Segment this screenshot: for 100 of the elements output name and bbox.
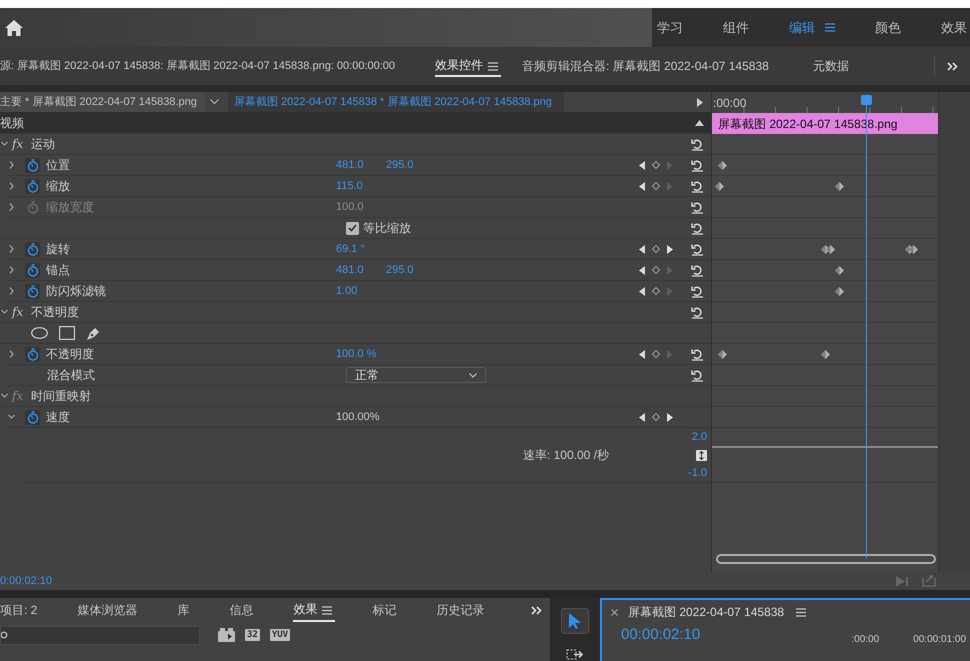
panel-tab[interactable]: 效果控件 <box>435 56 502 76</box>
panel-tab[interactable]: 项目: 2 <box>0 598 38 622</box>
reset-icon[interactable] <box>690 242 704 256</box>
rectangle-mask-icon[interactable] <box>59 326 75 340</box>
next-keyframe-icon[interactable] <box>667 244 673 254</box>
previous-keyframe-icon[interactable] <box>639 412 645 422</box>
menu-icon[interactable] <box>796 608 806 616</box>
workspace-tab[interactable]: 颜色 <box>875 18 901 38</box>
property-value[interactable]: 481.0 <box>336 156 386 174</box>
ellipse-mask-icon[interactable] <box>31 327 48 339</box>
add-keyframe-icon[interactable] <box>652 161 660 169</box>
reset-icon[interactable] <box>690 306 704 318</box>
reset-icon[interactable] <box>690 222 704 234</box>
chevron-icon[interactable] <box>8 266 15 274</box>
checkbox[interactable] <box>346 222 359 234</box>
add-keyframe-icon[interactable] <box>652 413 660 421</box>
accelerated-effects-icon[interactable] <box>218 628 235 642</box>
reset-icon[interactable] <box>690 284 704 298</box>
caret-icon <box>469 372 477 378</box>
reset-icon[interactable] <box>690 158 704 172</box>
reset-icon[interactable] <box>690 180 704 192</box>
reset-icon[interactable] <box>690 368 704 382</box>
chevron-icon[interactable] <box>8 287 15 295</box>
chevron-icon[interactable] <box>8 161 15 169</box>
master-clip-label[interactable]: 主要 * 屏幕截图 2022-04-07 145838.png <box>0 92 205 112</box>
add-keyframe-icon[interactable] <box>652 287 660 295</box>
add-keyframe-icon[interactable] <box>652 245 660 253</box>
previous-keyframe-icon[interactable] <box>639 160 645 170</box>
chevron-icon[interactable] <box>1 140 8 148</box>
resize-icon[interactable] <box>696 450 707 460</box>
previous-keyframe-icon[interactable] <box>639 266 645 274</box>
more-panels-icon[interactable] <box>531 606 542 614</box>
stopwatch-icon[interactable] <box>25 410 40 424</box>
previous-keyframe-icon[interactable] <box>639 286 645 296</box>
selection-tool[interactable] <box>561 608 589 634</box>
stopwatch-icon[interactable] <box>25 284 40 298</box>
previous-keyframe-icon[interactable] <box>639 182 645 190</box>
chevron-icon[interactable] <box>1 392 8 400</box>
property-label: 锚点 <box>46 262 71 279</box>
search-icon <box>1 631 9 639</box>
menu-icon[interactable] <box>322 606 332 614</box>
fx-toggle[interactable]: fx <box>12 303 24 321</box>
chevron-icon[interactable] <box>8 182 15 190</box>
workspace-tab[interactable]: 效果 <box>941 18 967 38</box>
collapse-icon[interactable] <box>695 120 704 126</box>
panel-tab[interactable]: 元数据 <box>812 56 849 76</box>
chevron-icon[interactable] <box>8 245 15 253</box>
add-keyframe-icon[interactable] <box>652 266 660 274</box>
panel-tab[interactable]: 历史记录 <box>436 598 484 622</box>
more-panels-icon[interactable] <box>947 62 958 70</box>
property-label: 位置 <box>46 157 71 174</box>
workspace-tab[interactable]: 学习 <box>657 18 683 38</box>
fx-toggle[interactable]: fx <box>12 135 24 153</box>
stopwatch-icon[interactable] <box>25 346 40 362</box>
pen-icon[interactable] <box>86 326 101 340</box>
property-value[interactable]: 481.0 <box>336 262 386 278</box>
filter-button[interactable]: YUV <box>270 629 290 641</box>
stopwatch-icon[interactable] <box>25 242 40 256</box>
reset-icon[interactable] <box>690 264 704 276</box>
blend-mode-dropdown[interactable]: 正常 <box>346 367 486 383</box>
source-tab[interactable]: 源: 屏幕截图 2022-04-07 145838: 屏幕截图 2022-04-07 145838.png: 00:00:00:00 <box>0 58 396 74</box>
horizontal-scrollbar[interactable] <box>716 554 936 564</box>
previous-keyframe-icon[interactable] <box>639 350 645 358</box>
playhead-handle[interactable] <box>861 95 872 105</box>
stopwatch-icon[interactable] <box>25 262 40 278</box>
menu-icon[interactable] <box>488 62 498 70</box>
stopwatch-icon[interactable] <box>25 178 40 194</box>
workspace-tab[interactable]: 编辑 <box>789 18 815 38</box>
next-keyframe-icon[interactable] <box>667 412 673 422</box>
add-keyframe-icon[interactable] <box>652 182 660 190</box>
add-keyframe-icon[interactable] <box>652 350 660 358</box>
property-value[interactable]: 295.0 <box>386 156 436 174</box>
sequence-clip-label[interactable]: 屏幕截图 2022-04-07 145838 * 屏幕截图 2022-04-07 145838.png <box>228 92 564 112</box>
previous-keyframe-icon[interactable] <box>639 244 645 254</box>
panel-tab[interactable]: 音频剪辑混合器: 屏幕截图 2022-04-07 145838 <box>522 56 769 76</box>
filter-button[interactable]: 32 <box>245 629 260 641</box>
stopwatch-icon[interactable] <box>25 158 40 172</box>
chevron-icon[interactable] <box>210 99 219 105</box>
chevron-icon[interactable] <box>1 308 8 316</box>
home-icon[interactable] <box>5 20 23 36</box>
property-value[interactable]: 69.1 ° <box>336 240 386 258</box>
workspace-tab[interactable]: 组件 <box>723 18 749 38</box>
property-value[interactable]: 295.0 <box>386 262 436 278</box>
chevron-icon[interactable] <box>8 350 15 358</box>
property-value[interactable]: 100.0 % <box>336 346 386 362</box>
panel-tab[interactable]: 效果 <box>293 598 336 622</box>
reset-icon[interactable] <box>690 348 704 360</box>
panel-tab[interactable]: 信息 <box>229 598 254 622</box>
search-field[interactable] <box>0 626 200 644</box>
property-value[interactable]: 1.00 <box>336 282 386 300</box>
property-value[interactable]: 100.00% <box>336 408 386 426</box>
panel-tab[interactable]: 库 <box>177 598 190 622</box>
play-triangle-icon[interactable] <box>697 98 703 106</box>
menu-icon[interactable] <box>825 23 835 32</box>
reset-icon[interactable] <box>690 138 704 150</box>
panel-tab[interactable]: 标记 <box>372 598 396 622</box>
panel-tab[interactable]: 媒体浏览器 <box>77 598 138 622</box>
chevron-icon[interactable] <box>8 413 15 421</box>
property-value[interactable]: 115.0 <box>336 178 386 194</box>
close-icon[interactable] <box>611 608 618 616</box>
